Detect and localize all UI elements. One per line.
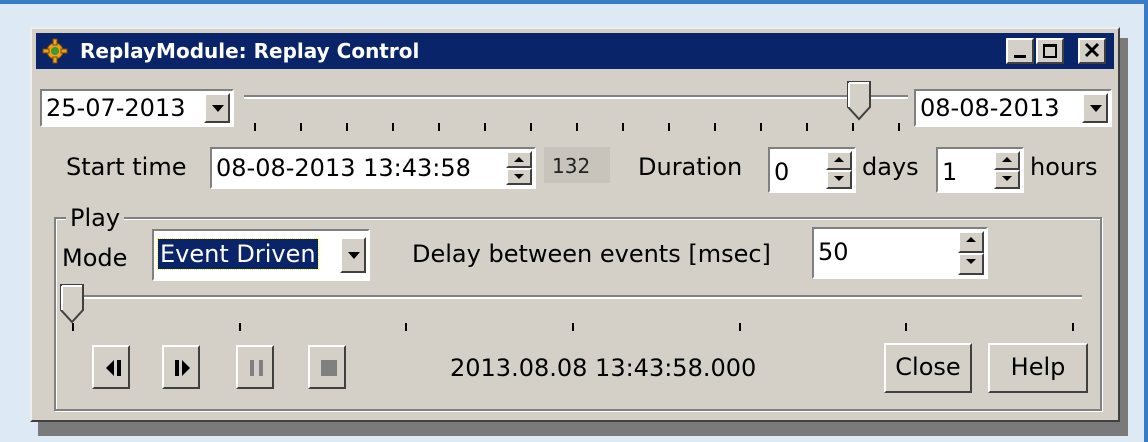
step-forward-button[interactable]: [162, 345, 200, 389]
minimize-icon: [1014, 55, 1026, 58]
playback-slider-track[interactable]: [72, 295, 1082, 299]
slider-tick: [484, 123, 486, 131]
help-button[interactable]: Help: [988, 343, 1088, 393]
chevron-down-icon: [212, 105, 224, 112]
maximize-icon: [1043, 44, 1057, 58]
help-button-label: Help: [1010, 353, 1066, 381]
slider-tick: [530, 123, 532, 131]
chevron-down-icon: [1090, 105, 1102, 112]
hours-decrement[interactable]: [994, 170, 1020, 189]
days-decrement[interactable]: [826, 170, 852, 189]
chevron-up-icon: [1002, 157, 1012, 162]
duration-days-value: 0: [774, 158, 790, 186]
slider-tick: [405, 323, 408, 331]
replay-control-window: ReplayModule: Replay Control 25-07-2013 …: [30, 27, 1120, 422]
chevron-down-icon: [1002, 176, 1012, 181]
playback-slider-thumb[interactable]: [60, 284, 84, 328]
delay-increment[interactable]: [958, 231, 984, 253]
slider-tick: [806, 123, 808, 131]
delay-spinner[interactable]: 50: [812, 227, 988, 279]
chevron-down-icon: [514, 174, 524, 179]
date-range-slider-track[interactable]: [244, 95, 908, 99]
chevron-up-icon: [966, 237, 976, 242]
background-border-top: [0, 0, 1148, 4]
delay-value: 50: [818, 238, 849, 266]
delay-label: Delay between events [msec]: [412, 240, 771, 268]
slider-tick: [622, 123, 624, 131]
mode-dropdown-button[interactable]: [340, 237, 366, 273]
minimize-button[interactable]: [1006, 38, 1034, 64]
close-button[interactable]: Close: [884, 343, 972, 393]
start-time-decrement[interactable]: [506, 168, 532, 185]
slider-tick: [898, 123, 900, 131]
play-group-label: Play: [66, 203, 125, 233]
duration-days-spinner[interactable]: 0: [768, 147, 856, 193]
start-time-label: Start time: [66, 153, 187, 181]
slider-tick: [438, 123, 440, 131]
start-date-dropdown-button[interactable]: [204, 93, 230, 123]
step-back-button[interactable]: [92, 345, 130, 389]
slider-tick: [300, 123, 302, 131]
slider-tick: [1072, 323, 1074, 331]
hours-label: hours: [1030, 153, 1098, 181]
date-range-slider-thumb[interactable]: [847, 81, 872, 125]
start-time-spinner[interactable]: 08-08-2013 13:43:58: [210, 147, 536, 189]
slider-tick: [572, 323, 574, 331]
start-time-increment[interactable]: [506, 151, 532, 168]
window-title: ReplayModule: Replay Control: [80, 39, 420, 63]
stop-button[interactable]: [308, 345, 346, 389]
event-counter-box: 132: [544, 147, 610, 183]
slider-tick: [576, 123, 578, 131]
days-label: days: [862, 153, 919, 181]
close-window-button[interactable]: [1078, 38, 1106, 64]
start-time-value: 08-08-2013 13:43:58: [216, 154, 471, 182]
duration-hours-spinner[interactable]: 1: [936, 147, 1024, 193]
duration-label: Duration: [638, 153, 743, 181]
end-date-dropdown[interactable]: 08-08-2013: [914, 89, 1112, 127]
chevron-down-icon: [966, 259, 976, 264]
title-bar[interactable]: ReplayModule: Replay Control: [36, 33, 1114, 69]
slider-tick: [760, 123, 762, 131]
slider-tick: [905, 323, 908, 331]
delay-decrement[interactable]: [958, 253, 984, 275]
chevron-down-icon: [834, 176, 844, 181]
days-increment[interactable]: [826, 151, 852, 170]
chevron-down-icon: [348, 252, 360, 259]
slider-tick: [346, 123, 348, 131]
maximize-button[interactable]: [1036, 38, 1064, 64]
close-button-label: Close: [895, 353, 961, 381]
slider-tick: [714, 123, 716, 131]
start-date-value: 25-07-2013: [46, 94, 186, 122]
mode-dropdown[interactable]: Event Driven: [152, 229, 370, 281]
slider-tick: [738, 323, 741, 331]
mode-label: Mode: [62, 244, 128, 272]
end-date-value: 08-08-2013: [920, 94, 1060, 122]
slider-tick: [668, 123, 670, 131]
slider-tick: [254, 123, 256, 131]
background-border-right: [1144, 0, 1148, 442]
chevron-up-icon: [514, 157, 524, 162]
slider-tick: [392, 123, 394, 131]
duration-hours-value: 1: [942, 158, 958, 186]
event-counter: 132: [552, 154, 591, 178]
chevron-up-icon: [834, 157, 844, 162]
slider-tick: [238, 323, 241, 331]
playback-timestamp: 2013.08.08 13:43:58.000: [450, 354, 757, 382]
end-date-dropdown-button[interactable]: [1082, 93, 1108, 123]
pause-button[interactable]: [236, 345, 274, 389]
hours-increment[interactable]: [994, 151, 1020, 170]
mode-value: Event Driven: [157, 238, 319, 270]
close-icon: [1083, 41, 1101, 63]
gear-icon: [42, 38, 68, 64]
start-date-dropdown[interactable]: 25-07-2013: [40, 89, 234, 127]
